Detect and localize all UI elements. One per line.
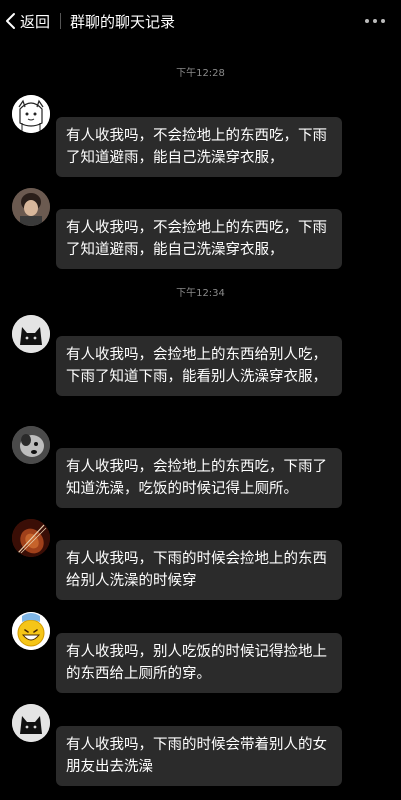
black-cat-avatar-icon	[12, 315, 50, 353]
message-bubble[interactable]: 有人收我吗，不会捡地上的东西吃，下雨了知道避雨，能自己洗澡穿衣服，	[56, 209, 342, 269]
message-bubble[interactable]: 有人收我吗，下雨的时候会捡地上的东西给别人洗澡的时候穿	[56, 540, 342, 600]
message-bubble[interactable]: 有人收我吗，别人吃饭的时候记得捡地上的东西给上厕所的穿。	[56, 633, 342, 693]
back-button[interactable]: 返回	[4, 0, 50, 42]
message-bubble[interactable]: 有人收我吗，下雨的时候会带着别人的女朋友出去洗澡	[56, 726, 342, 786]
avatar[interactable]	[12, 612, 50, 650]
back-label: 返回	[20, 12, 51, 31]
chevron-left-icon	[4, 12, 18, 30]
violin-photo-avatar-icon	[12, 519, 50, 557]
message-bubble[interactable]: 有人收我吗，会捡地上的东西给别人吃，下雨了知道下雨，能看别人洗澡穿衣服，	[56, 336, 342, 396]
timestamp: 下午12:28	[176, 68, 225, 79]
portrait-photo-avatar-icon	[12, 188, 50, 226]
page-title: 群聊的聊天记录	[70, 12, 176, 31]
cartoon-girl-avatar-icon	[12, 95, 50, 133]
avatar[interactable]	[12, 315, 50, 353]
avatar[interactable]	[12, 704, 50, 742]
more-options-icon[interactable]	[365, 14, 387, 28]
avatar[interactable]	[12, 95, 50, 133]
dog-photo-avatar-icon	[12, 426, 50, 464]
top-bar: 返回 群聊的聊天记录	[0, 0, 401, 42]
avatar[interactable]	[12, 188, 50, 226]
avatar[interactable]	[12, 519, 50, 557]
avatar[interactable]	[12, 426, 50, 464]
black-cat-avatar-icon	[12, 704, 50, 742]
timestamp: 下午12:34	[176, 288, 225, 299]
grin-emoji-avatar-icon	[12, 612, 50, 650]
message-bubble[interactable]: 有人收我吗，不会捡地上的东西吃，下雨了知道避雨，能自己洗澡穿衣服，	[56, 117, 342, 177]
message-bubble[interactable]: 有人收我吗，会捡地上的东西吃，下雨了知道洗澡，吃饭的时候记得上厕所。	[56, 448, 342, 508]
title-divider	[60, 13, 62, 29]
